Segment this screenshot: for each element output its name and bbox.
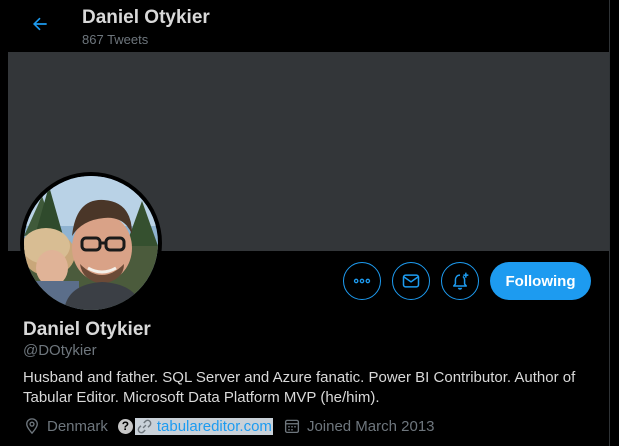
window-right-edge	[609, 0, 619, 446]
calendar-icon	[284, 419, 299, 434]
avatar-photo	[24, 176, 158, 310]
profile-name: Daniel Otykier	[23, 319, 151, 340]
notification-bell-plus-icon	[453, 272, 469, 290]
link-icon	[137, 419, 152, 433]
back-button[interactable]	[24, 8, 56, 40]
joined-text: Joined March 2013	[306, 417, 435, 435]
back-arrow-icon	[33, 17, 47, 31]
message-button[interactable]	[392, 262, 430, 300]
window-left-edge	[0, 0, 8, 446]
profile-handle: @DOtykier	[23, 342, 97, 359]
website-text[interactable]: tabulareditor.com	[157, 418, 272, 435]
profile-meta: Denmark ? tabulareditor.com Joined March…	[23, 415, 435, 437]
location-pin-icon	[26, 418, 38, 435]
notify-button[interactable]	[441, 262, 479, 300]
profile-bio: Husband and father. SQL Server and Azure…	[23, 369, 576, 406]
joined-item: Joined March 2013	[283, 417, 435, 435]
avatar[interactable]	[20, 172, 162, 314]
tweet-count: 867 Tweets	[82, 32, 149, 47]
profile-header: Daniel Otykier 867 Tweets	[8, 0, 609, 52]
following-button[interactable]: Following	[490, 262, 591, 300]
location-text: Denmark	[47, 417, 108, 435]
more-icon	[353, 278, 371, 284]
question-icon[interactable]: ?	[117, 418, 133, 434]
header-title: Daniel Otykier	[82, 7, 210, 28]
location-item: Denmark	[23, 417, 108, 435]
website-link[interactable]: tabulareditor.com	[134, 417, 273, 435]
message-icon	[402, 274, 420, 288]
more-button[interactable]	[343, 262, 381, 300]
